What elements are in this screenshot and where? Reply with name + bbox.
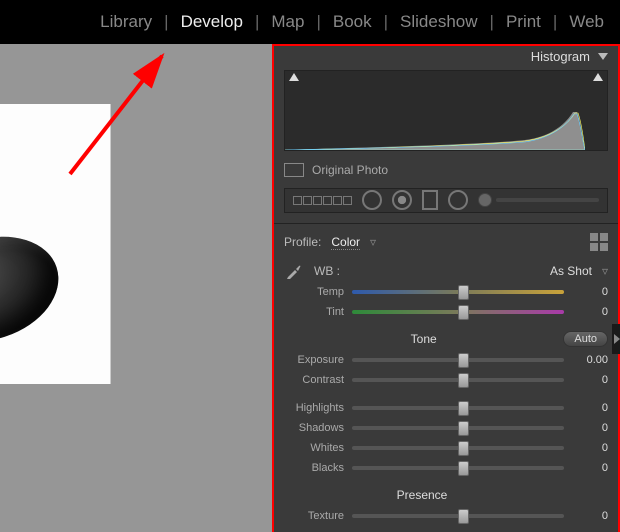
tool-strip: [284, 188, 608, 213]
original-photo-label: Original Photo: [312, 163, 388, 177]
nav-slideshow[interactable]: Slideshow: [396, 10, 482, 34]
presence-header: Presence: [284, 488, 560, 502]
shadows-slider[interactable]: [352, 423, 564, 433]
gradient-tool-icon[interactable]: [422, 190, 438, 210]
tone-header: Tone: [284, 332, 563, 346]
histogram-collapse-icon[interactable]: [598, 53, 608, 60]
tint-label: Tint: [284, 306, 344, 318]
nav-book[interactable]: Book: [329, 10, 376, 34]
exposure-value[interactable]: 0.00: [572, 354, 608, 366]
wb-pipette-icon[interactable]: [284, 261, 304, 281]
original-photo-toggle-icon[interactable]: [284, 163, 304, 177]
crop-tool-icon[interactable]: [293, 196, 352, 205]
shadows-label: Shadows: [284, 422, 344, 434]
radial-tool-icon[interactable]: [448, 190, 468, 210]
temp-label: Temp: [284, 286, 344, 298]
profile-dropdown-icon[interactable]: ▿: [370, 235, 376, 249]
wb-label: WB :: [314, 264, 340, 278]
nav-web[interactable]: Web: [565, 10, 608, 34]
profile-label: Profile:: [284, 235, 321, 249]
clip-shadow-icon[interactable]: [289, 73, 299, 81]
panel-expand-grip[interactable]: [612, 324, 620, 354]
wb-dropdown[interactable]: As Shot: [550, 264, 592, 278]
module-nav: Library| Develop| Map| Book| Slideshow| …: [0, 0, 620, 44]
blacks-label: Blacks: [284, 462, 344, 474]
clip-highlight-icon[interactable]: [593, 73, 603, 81]
shadows-value[interactable]: 0: [572, 422, 608, 434]
develop-panel: Histogram Original Photo: [272, 44, 620, 532]
profile-browser-icon[interactable]: [590, 233, 608, 251]
highlights-label: Highlights: [284, 402, 344, 414]
whites-slider[interactable]: [352, 443, 564, 453]
tint-slider[interactable]: [352, 307, 564, 317]
contrast-slider[interactable]: [352, 375, 564, 385]
contrast-label: Contrast: [284, 374, 344, 386]
nav-map[interactable]: Map: [267, 10, 308, 34]
exposure-label: Exposure: [284, 354, 344, 366]
temp-value[interactable]: 0: [572, 286, 608, 298]
image-preview[interactable]: [0, 44, 272, 532]
exposure-slider[interactable]: [352, 355, 564, 365]
contrast-value[interactable]: 0: [572, 374, 608, 386]
nav-library[interactable]: Library: [96, 10, 156, 34]
redeye-tool-icon[interactable]: [392, 190, 412, 210]
nav-develop[interactable]: Develop: [177, 10, 247, 34]
spot-tool-icon[interactable]: [362, 190, 382, 210]
whites-value[interactable]: 0: [572, 442, 608, 454]
histogram-label[interactable]: Histogram: [531, 49, 590, 64]
texture-label: Texture: [284, 510, 344, 522]
wb-dropdown-icon[interactable]: ▿: [602, 264, 608, 278]
blacks-slider[interactable]: [352, 463, 564, 473]
auto-button[interactable]: Auto: [563, 331, 608, 347]
nav-print[interactable]: Print: [502, 10, 545, 34]
highlights-slider[interactable]: [352, 403, 564, 413]
brush-size-slider[interactable]: [478, 193, 599, 207]
temp-slider[interactable]: [352, 287, 564, 297]
tint-value[interactable]: 0: [572, 306, 608, 318]
profile-dropdown[interactable]: Color: [331, 235, 360, 250]
blacks-value[interactable]: 0: [572, 462, 608, 474]
highlights-value[interactable]: 0: [572, 402, 608, 414]
texture-value[interactable]: 0: [572, 510, 608, 522]
texture-slider[interactable]: [352, 511, 564, 521]
whites-label: Whites: [284, 442, 344, 454]
histogram[interactable]: [284, 70, 608, 151]
